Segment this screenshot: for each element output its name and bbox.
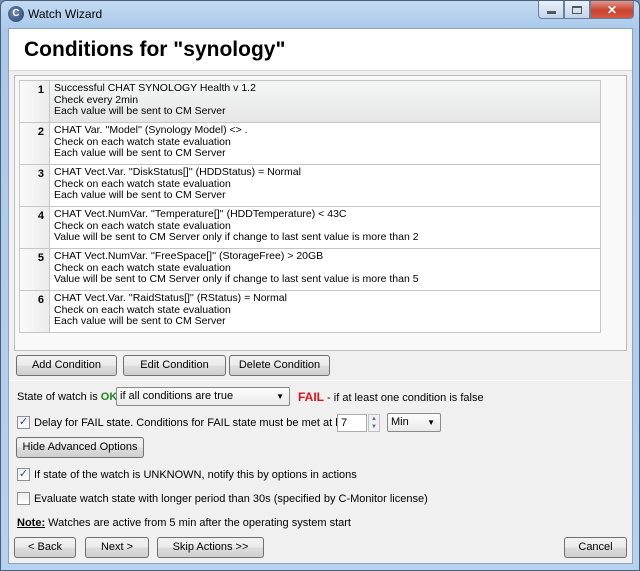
- c-monitor-app-icon: C: [8, 6, 24, 22]
- condition-line: CHAT Var. ''Model'' (Synology Model) <> …: [54, 124, 248, 136]
- unknown-notify-checkbox[interactable]: ✓: [17, 468, 30, 481]
- delay-checkbox[interactable]: ✓: [17, 416, 30, 429]
- caption-buttons: ✕: [538, 1, 634, 20]
- minimize-icon: [546, 10, 556, 14]
- delay-unit-value: Min: [391, 416, 409, 428]
- condition-row[interactable]: 5 CHAT Vect.NumVar. ''FreeSpace[]'' (Stor…: [20, 249, 600, 291]
- close-icon: ✕: [606, 2, 618, 17]
- note-label: Note:: [17, 517, 46, 529]
- maximize-icon: [572, 5, 582, 14]
- state-mode-select[interactable]: if all conditions are true ▼: [116, 387, 290, 406]
- page-title: Conditions for "synology": [24, 38, 286, 61]
- hide-advanced-options-button[interactable]: Hide Advanced Options: [16, 437, 144, 458]
- state-label: State of watch is OK: [17, 391, 117, 403]
- window-title: Watch Wizard: [28, 7, 103, 21]
- delay-spinner[interactable]: ▲ ▼: [368, 414, 380, 432]
- condition-line: CHAT Vect.NumVar. ''FreeSpace[]'' (Stora…: [54, 250, 324, 262]
- dropdown-arrow-icon: ▼: [427, 418, 435, 427]
- conditions-list[interactable]: 1 Successful CHAT SYNOLOGY Health v 1.2 Ch…: [19, 80, 601, 333]
- condition-row[interactable]: 3 CHAT Vect.Var. ''DiskStatus[]'' (HDDSta…: [20, 165, 600, 207]
- condition-line: CHAT Vect.Var. ''RaidStatus[]'' (RStatus…: [54, 292, 287, 304]
- edit-condition-button[interactable]: Edit Condition: [123, 355, 226, 376]
- longer-period-checkbox[interactable]: [17, 492, 30, 505]
- condition-line: Each value will be sent to CM Server: [54, 105, 226, 117]
- condition-line: CHAT Vect.Var. ''DiskStatus[]'' (HDDStat…: [54, 166, 301, 178]
- delay-unit-select[interactable]: Min ▼: [387, 413, 441, 432]
- condition-row[interactable]: 1 Successful CHAT SYNOLOGY Health v 1.2 Ch…: [20, 81, 600, 123]
- condition-line: Value will be sent to CM Server only if …: [54, 273, 419, 285]
- condition-text: CHAT Var. ''Model'' (Synology Model) <> …: [50, 123, 248, 164]
- next-button[interactable]: Next >: [85, 537, 149, 558]
- state-prefix: State of watch is: [17, 391, 98, 403]
- spin-down-icon[interactable]: ▼: [369, 423, 379, 431]
- back-button[interactable]: < Back: [14, 537, 76, 558]
- condition-row[interactable]: 6 CHAT Vect.Var. ''RaidStatus[]'' (RStatu…: [20, 291, 600, 333]
- fail-description: FAIL - if at least one condition is fals…: [298, 390, 484, 404]
- conditions-list-frame: 1 Successful CHAT SYNOLOGY Health v 1.2 Ch…: [14, 75, 627, 351]
- condition-line: Each value will be sent to CM Server: [54, 189, 226, 201]
- condition-number: 5: [20, 249, 50, 290]
- condition-number: 6: [20, 291, 50, 332]
- wizard-client-area: Conditions for "synology" 1 Successful CH…: [8, 28, 633, 564]
- ok-label: OK: [100, 391, 118, 403]
- maximize-button[interactable]: [564, 1, 590, 19]
- close-button[interactable]: ✕: [590, 1, 634, 19]
- condition-text: Successful CHAT SYNOLOGY Health v 1.2 Che…: [50, 81, 256, 122]
- fail-suffix: - if at least one condition is false: [324, 392, 484, 404]
- condition-line: Each value will be sent to CM Server: [54, 315, 226, 327]
- condition-text: CHAT Vect.NumVar. ''FreeSpace[]'' (Stora…: [50, 249, 419, 290]
- separator: [9, 380, 632, 381]
- condition-line: Successful CHAT SYNOLOGY Health v 1.2: [54, 82, 256, 94]
- delete-condition-button[interactable]: Delete Condition: [229, 355, 330, 376]
- condition-row[interactable]: 2 CHAT Var. ''Model'' (Synology Model) <>…: [20, 123, 600, 165]
- minimize-button[interactable]: [538, 1, 564, 19]
- delay-label: Delay for FAIL state. Conditions for FAI…: [34, 417, 359, 429]
- fail-label: FAIL: [298, 390, 324, 404]
- unknown-notify-label: If state of the watch is UNKNOWN, notify…: [34, 469, 357, 481]
- condition-row[interactable]: 4 CHAT Vect.NumVar. ''Temperature[]'' (HD…: [20, 207, 600, 249]
- spin-up-icon[interactable]: ▲: [369, 415, 379, 423]
- state-mode-value: if all conditions are true: [120, 390, 234, 402]
- note-text: Watches are active from 5 min after the …: [45, 517, 351, 529]
- skip-actions-button[interactable]: Skip Actions >>: [157, 537, 264, 558]
- condition-number: 2: [20, 123, 50, 164]
- condition-line: CHAT Vect.NumVar. ''Temperature[]'' (HDD…: [54, 208, 347, 220]
- condition-line: Value will be sent to CM Server only if …: [54, 231, 419, 243]
- watch-wizard-window: C Watch Wizard ✕ Conditions for "synolog…: [0, 0, 640, 571]
- condition-number: 4: [20, 207, 50, 248]
- condition-number: 3: [20, 165, 50, 206]
- condition-text: CHAT Vect.Var. ''RaidStatus[]'' (RStatus…: [50, 291, 287, 332]
- longer-period-label: Evaluate watch state with longer period …: [34, 493, 428, 505]
- condition-text: CHAT Vect.Var. ''DiskStatus[]'' (HDDStat…: [50, 165, 301, 206]
- condition-text: CHAT Vect.NumVar. ''Temperature[]'' (HDD…: [50, 207, 419, 248]
- condition-line: Each value will be sent to CM Server: [54, 147, 226, 159]
- condition-number: 1: [20, 81, 50, 122]
- cancel-button[interactable]: Cancel: [564, 537, 627, 558]
- wizard-header: Conditions for "synology": [9, 29, 632, 71]
- add-condition-button[interactable]: Add Condition: [16, 355, 117, 376]
- title-bar[interactable]: C Watch Wizard ✕: [1, 1, 639, 27]
- delay-value-input[interactable]: 7: [337, 414, 367, 432]
- dropdown-arrow-icon: ▼: [276, 392, 284, 401]
- note: Note: Watches are active from 5 min afte…: [17, 517, 351, 529]
